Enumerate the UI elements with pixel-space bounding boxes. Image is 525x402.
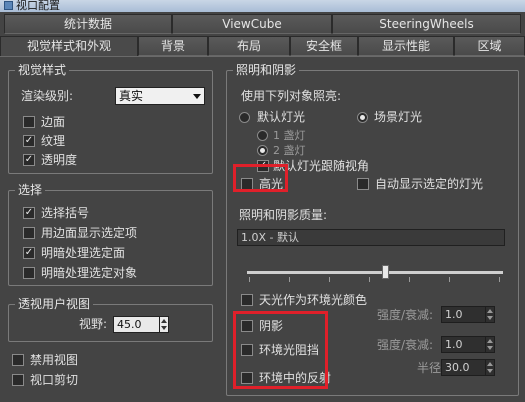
slider-tick: [329, 277, 330, 282]
app-icon: [4, 1, 13, 10]
chevron-down-icon: [193, 94, 201, 99]
scene-lights-radio[interactable]: [357, 112, 368, 123]
lighting-group-label: 照明和阴影: [233, 63, 300, 77]
quality-slider-track[interactable]: [247, 271, 503, 274]
highlight-annotation-box: [233, 164, 288, 192]
tab-row-1: 统计数据 ViewCube SteeringWheels: [0, 14, 525, 34]
slider-tick: [409, 277, 410, 282]
spinner-arrows-icon[interactable]: [159, 317, 168, 332]
viewport-clip-checkbox[interactable]: [12, 374, 24, 386]
skylight-checkbox[interactable]: [241, 294, 253, 306]
tab-statistics[interactable]: 统计数据: [4, 14, 172, 34]
one-light-radio[interactable]: [257, 130, 268, 141]
fov-spinner[interactable]: 45.0: [113, 316, 169, 333]
perspective-group: 透视用户视图 视野: 45.0: [8, 297, 213, 342]
quality-label: 照明和阴影质量:: [239, 208, 328, 222]
two-lights-radio[interactable]: [257, 145, 268, 156]
two-lights-label: 2 盏灯: [273, 144, 306, 157]
shadows-annotation-box: [233, 311, 328, 389]
tab-row-2: 视觉样式和外观 背景 布局 安全框 显示性能 区域: [0, 36, 525, 56]
visual-style-group-label: 视觉样式: [15, 63, 70, 77]
render-level-value: 真实: [119, 89, 144, 103]
slider-tick: [369, 277, 370, 282]
auto-display-lights-label: 自动显示选定的灯光: [375, 177, 484, 191]
quality-slider-thumb[interactable]: [382, 265, 389, 279]
selection-group: 选择 ✓ 选择括号 用边面显示选定项 ✓ 明暗处理选定面 明暗处理选定对象: [8, 183, 213, 286]
selection-brackets-label: 选择括号: [41, 206, 90, 220]
visual-style-group: 视觉样式 渲染级别: 真实 边面 ✓ 纹理 ✓ 透明度: [8, 63, 213, 174]
spinner-arrows-icon[interactable]: [485, 337, 494, 352]
tab-visual-style[interactable]: 视觉样式和外观: [0, 36, 138, 56]
fov-value: 45.0: [117, 318, 142, 331]
radius-spinner[interactable]: 30.0: [441, 359, 495, 376]
intensity-label-2: 强度/衰减:: [377, 338, 434, 352]
render-level-label: 渲染级别:: [21, 89, 74, 103]
intensity-label-1: 强度/衰减:: [377, 308, 434, 322]
tab-display-performance[interactable]: 显示性能: [358, 36, 454, 56]
tab-background[interactable]: 背景: [138, 36, 208, 56]
slider-tick: [249, 277, 250, 282]
window-title: 视口配置: [16, 0, 60, 12]
slider-tick: [449, 277, 450, 282]
shade-faces-checkbox[interactable]: ✓: [23, 247, 35, 259]
intensity-spinner-2[interactable]: 1.0: [441, 336, 495, 353]
auto-display-lights-checkbox[interactable]: [357, 178, 369, 190]
disable-view-label: 禁用视图: [30, 353, 79, 367]
slider-tick: [499, 277, 500, 282]
tab-regions[interactable]: 区域: [454, 36, 525, 56]
spinner-arrows-icon[interactable]: [485, 360, 494, 375]
shade-objects-label: 明暗处理选定对象: [41, 266, 138, 280]
default-lights-radio[interactable]: [239, 112, 250, 123]
render-level-select[interactable]: 真实: [115, 87, 205, 105]
texture-label: 纹理: [41, 134, 66, 148]
transparency-checkbox[interactable]: ✓: [23, 154, 35, 166]
selection-brackets-checkbox[interactable]: ✓: [23, 207, 35, 219]
selection-group-label: 选择: [15, 183, 46, 197]
viewport-clip-label: 视口剪切: [30, 373, 79, 387]
tab-layout[interactable]: 布局: [208, 36, 290, 56]
edges-label: 边面: [41, 115, 66, 129]
illuminate-label: 使用下列对象照亮:: [241, 89, 342, 103]
edges-checkbox[interactable]: [23, 116, 35, 128]
texture-checkbox[interactable]: ✓: [23, 135, 35, 147]
one-light-label: 1 盏灯: [273, 129, 306, 142]
edged-faces-label: 用边面显示选定项: [41, 226, 138, 240]
window-title-bar: 视口配置: [0, 0, 525, 12]
intensity-value-1: 1.0: [445, 308, 463, 321]
tab-safe-frame[interactable]: 安全框: [290, 36, 358, 56]
intensity-spinner-1[interactable]: 1.0: [441, 306, 495, 323]
radius-value: 30.0: [445, 361, 470, 374]
intensity-value-2: 1.0: [445, 338, 463, 351]
perspective-group-label: 透视用户视图: [15, 297, 94, 311]
shade-objects-checkbox[interactable]: [23, 267, 35, 279]
spinner-arrows-icon[interactable]: [485, 307, 494, 322]
quality-value-field: 1.0X - 默认: [237, 229, 505, 246]
skylight-label: 天光作为环境光颜色: [259, 293, 368, 307]
tab-viewcube[interactable]: ViewCube: [172, 14, 332, 34]
shade-faces-label: 明暗处理选定面: [41, 246, 126, 260]
default-lights-label: 默认灯光: [257, 110, 306, 124]
scene-lights-label: 场景灯光: [374, 110, 423, 124]
transparency-label: 透明度: [41, 153, 78, 167]
fov-label: 视野:: [79, 317, 108, 331]
edged-faces-checkbox[interactable]: [23, 227, 35, 239]
slider-tick: [289, 277, 290, 282]
tab-steeringwheels[interactable]: SteeringWheels: [332, 14, 521, 34]
disable-view-checkbox[interactable]: [12, 354, 24, 366]
